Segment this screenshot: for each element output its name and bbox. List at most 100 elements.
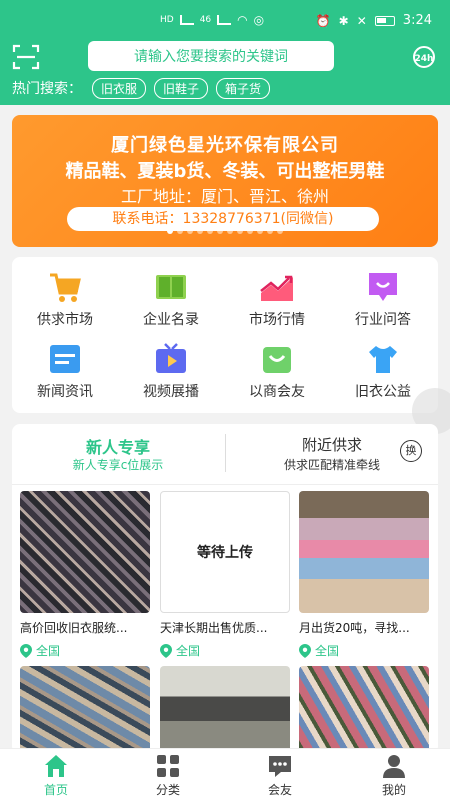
- status-time: 3:24: [402, 13, 432, 28]
- menu-label: 企业名录: [143, 312, 199, 328]
- hot-search-row: 热门搜索： 旧衣服 旧鞋子 箱子货: [12, 77, 271, 99]
- listing-location: 全国: [20, 642, 150, 659]
- menu-company-directory[interactable]: 企业名录: [118, 261, 224, 333]
- status-left-icons: HD 46 ◠ ◎: [160, 13, 264, 27]
- location-text: 全国: [315, 644, 340, 658]
- menu-industry-qa[interactable]: 行业问答: [330, 261, 436, 333]
- news-icon: [47, 341, 83, 377]
- location-pin-icon: [20, 643, 32, 658]
- listing-card[interactable]: [299, 666, 429, 754]
- tab-newcomer[interactable]: 新人专享 新人专享c位展示: [12, 424, 224, 482]
- hot-tag[interactable]: 旧鞋子: [154, 77, 209, 99]
- nav-label: 会友: [267, 783, 292, 797]
- service-24h-button[interactable]: 24h: [410, 44, 438, 70]
- hot-search-label: 热门搜索：: [12, 81, 82, 97]
- chat-bubble-icon: [365, 269, 401, 305]
- carousel-dot[interactable]: [197, 228, 203, 234]
- carousel-dot[interactable]: [167, 228, 173, 234]
- listing-location: 全国: [160, 642, 290, 659]
- menu-market-trend[interactable]: 市场行情: [224, 261, 330, 333]
- carousel-dot[interactable]: [217, 228, 223, 234]
- mute-icon: ✕: [356, 13, 367, 28]
- carousel-dot[interactable]: [187, 228, 193, 234]
- bluetooth-icon: ✱: [338, 13, 349, 28]
- nav-home[interactable]: 首页: [0, 753, 112, 798]
- listing-location: 全国: [299, 642, 429, 659]
- carousel-dot[interactable]: [207, 228, 213, 234]
- shirt-icon: [365, 341, 401, 377]
- carousel-dot[interactable]: [227, 228, 233, 234]
- listing-image: [160, 666, 290, 754]
- promo-banner[interactable]: 厦门绿色星光环保有限公司 精品鞋、夏装b货、冬装、可出整柜男鞋 工厂地址：厦门、…: [12, 115, 438, 247]
- grid-icon: [155, 753, 181, 779]
- carousel-dot[interactable]: [237, 228, 243, 234]
- tab-newcomer-title: 新人专享: [85, 438, 150, 457]
- carousel-dot[interactable]: [257, 228, 263, 234]
- nav-profile[interactable]: 我的: [338, 753, 450, 798]
- nav-category[interactable]: 分类: [112, 753, 224, 798]
- menu-label: 市场行情: [249, 312, 305, 328]
- listing-section: 新人专享 新人专享c位展示 附近供求 供求匹配精准牵线 换 高价回收旧衣服统..…: [12, 424, 438, 754]
- badge-24h-text: 24h: [415, 54, 434, 64]
- tv-icon: [153, 341, 189, 377]
- network-badge: 46: [199, 15, 212, 25]
- listing-image: [299, 666, 429, 754]
- location-pin-icon: [160, 643, 172, 658]
- nav-friends[interactable]: 会友: [224, 753, 336, 798]
- listing-title: 天津长期出售优质...: [160, 621, 268, 635]
- cart-icon: [47, 269, 83, 305]
- scan-icon: [12, 44, 40, 70]
- tab-newcomer-subtitle: 新人专享c位展示: [72, 458, 164, 472]
- menu-business-friends[interactable]: 以商会友: [224, 333, 330, 405]
- message-icon: [267, 753, 293, 779]
- listing-card[interactable]: 月出货20吨，寻找... 全国: [299, 491, 429, 659]
- banner-company: 厦门绿色星光环保有限公司: [111, 135, 339, 156]
- listing-image-placeholder: 等待上传: [160, 491, 290, 613]
- carousel-dot[interactable]: [277, 228, 283, 234]
- carousel-dot[interactable]: [177, 228, 183, 234]
- menu-news[interactable]: 新闻资讯: [12, 333, 118, 405]
- location-text: 全国: [176, 644, 201, 658]
- listing-card[interactable]: [20, 666, 150, 754]
- hot-tag[interactable]: 旧衣服: [92, 77, 147, 99]
- carousel-dot[interactable]: [267, 228, 273, 234]
- search-input[interactable]: 请输入您要搜索的关键词: [88, 41, 334, 71]
- bottom-nav: 首页 分类 会友 我的: [0, 748, 450, 800]
- status-right-icons: ⏰ ✱ ✕ 3:24: [316, 13, 432, 28]
- location-pin-icon: [299, 643, 311, 658]
- hd-badge: HD: [160, 15, 174, 25]
- listing-card[interactable]: 高价回收旧衣服统... 全国: [20, 491, 150, 659]
- clock-24h-icon: 24h: [413, 46, 435, 68]
- trend-chart-icon: [259, 269, 295, 305]
- banner-address: 工厂地址：厦门、晋江、徐州: [120, 187, 329, 206]
- swap-button[interactable]: 换: [400, 440, 422, 462]
- banner-products: 精品鞋、夏装b货、冬装、可出整柜男鞋: [65, 161, 385, 182]
- listing-image: [299, 491, 429, 613]
- listing-card[interactable]: 等待上传 天津长期出售优质... 全国: [160, 491, 290, 659]
- scan-button[interactable]: [12, 44, 40, 70]
- alarm-icon: ⏰: [315, 13, 331, 28]
- listing-card[interactable]: [160, 666, 290, 754]
- nav-label: 分类: [155, 783, 180, 797]
- feature-menu: 供求市场 企业名录 市场行情 行业问答 新闻资讯 视频展播 以商会友 旧衣公益: [12, 257, 438, 413]
- menu-video[interactable]: 视频展播: [118, 333, 224, 405]
- menu-supply-market[interactable]: 供求市场: [12, 261, 118, 333]
- signal-icon: [179, 15, 194, 25]
- book-icon: [153, 269, 189, 305]
- hot-tag[interactable]: 箱子货: [216, 77, 271, 99]
- status-bar: HD 46 ◠ ◎ ⏰ ✱ ✕ 3:24: [0, 10, 450, 32]
- carousel-dot[interactable]: [247, 228, 253, 234]
- divider: [12, 484, 438, 485]
- listing-image: [20, 666, 150, 754]
- listing-image: [20, 491, 150, 613]
- nav-label: 我的: [381, 783, 406, 797]
- nav-label: 首页: [43, 783, 68, 797]
- listing-title: 高价回收旧衣服统...: [20, 621, 128, 635]
- menu-label: 新闻资讯: [37, 384, 93, 400]
- sync-icon: ◎: [253, 13, 265, 27]
- signal-icon-2: [217, 15, 232, 25]
- carousel-dots: [12, 228, 438, 234]
- location-text: 全国: [36, 644, 61, 658]
- menu-label: 视频展播: [143, 384, 199, 400]
- menu-label: 行业问答: [355, 312, 411, 328]
